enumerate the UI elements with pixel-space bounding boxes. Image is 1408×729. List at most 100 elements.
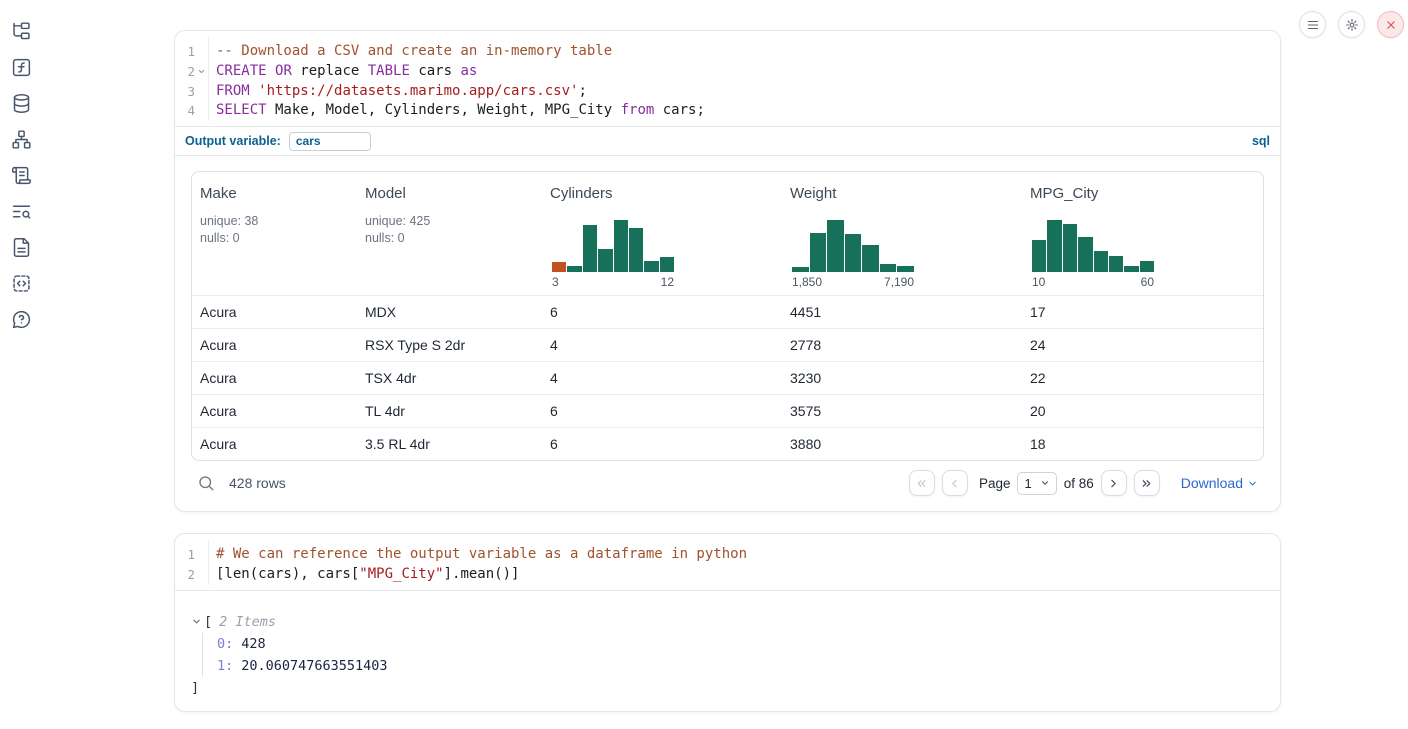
first-page-button[interactable] <box>909 470 935 496</box>
dependency-graph-icon[interactable] <box>11 129 32 150</box>
histogram-bar <box>792 267 809 272</box>
histogram-bar <box>1047 220 1061 272</box>
fold-chevron-icon[interactable] <box>195 67 208 76</box>
language-badge: sql <box>1252 134 1270 148</box>
histogram-bar <box>552 262 566 272</box>
histogram-bar <box>827 220 844 272</box>
logs-icon[interactable] <box>11 165 32 186</box>
table-cell: MDX <box>357 304 542 320</box>
table-search-icon[interactable] <box>197 474 215 492</box>
column-header-mpg_city[interactable]: MPG_City 10 60 <box>1022 172 1263 295</box>
last-page-button[interactable] <box>1134 470 1160 496</box>
histogram-bar <box>897 266 914 272</box>
histogram-bar <box>1063 224 1077 272</box>
table-cell: TL 4dr <box>357 403 542 419</box>
histogram-bar <box>583 225 597 272</box>
documentation-icon[interactable] <box>11 237 32 258</box>
weight-histogram: 1,8507,190 <box>792 218 914 289</box>
notebook-menu-button[interactable] <box>1299 11 1326 38</box>
code-line: 2[len(cars), cars["MPG_City"].mean()] <box>175 565 1280 585</box>
table-row[interactable]: AcuraMDX6445117 <box>192 295 1263 328</box>
table-cell: 4451 <box>782 304 1022 320</box>
output-variable-input[interactable] <box>289 132 371 151</box>
histogram-max-label: 60 <box>1141 275 1154 289</box>
table-row[interactable]: AcuraTL 4dr6357520 <box>192 394 1263 427</box>
line-number: 1 <box>175 42 195 62</box>
download-button[interactable]: Download <box>1181 475 1258 491</box>
tree-item: 1:20.060747663551403 <box>217 655 1264 677</box>
column-header-weight[interactable]: Weight 1,8507,190 <box>782 172 1022 295</box>
table-row[interactable]: AcuraTSX 4dr4323022 <box>192 361 1263 394</box>
next-page-button[interactable] <box>1101 470 1127 496</box>
page-total-label: of 86 <box>1064 476 1094 491</box>
tree-item-key: 0: <box>217 636 233 652</box>
variables-icon[interactable] <box>11 57 32 78</box>
chevron-down-icon <box>1040 478 1050 488</box>
tree-close-bracket: ] <box>191 677 1264 699</box>
file-explorer-icon[interactable] <box>11 21 32 42</box>
histogram-axis: 10 60 <box>1032 275 1154 289</box>
table-cell: 6 <box>542 403 782 419</box>
column-title: Weight <box>790 185 836 202</box>
column-header-make[interactable]: Makeunique: 38nulls: 0 <box>192 172 357 295</box>
histogram-bars <box>1032 218 1154 272</box>
code-text: [len(cars), cars["MPG_City"].mean()] <box>208 565 519 585</box>
histogram-bar <box>1032 240 1046 272</box>
line-number: 4 <box>175 101 195 121</box>
output-variable-label: Output variable: <box>185 134 281 148</box>
tree-item: 0:428 <box>217 633 1264 655</box>
code-text: SELECT Make, Model, Cylinders, Weight, M… <box>208 101 705 121</box>
datasources-icon[interactable] <box>11 93 32 114</box>
histogram-min-label: 10 <box>1032 275 1045 289</box>
table-row[interactable]: Acura3.5 RL 4dr6388018 <box>192 427 1263 460</box>
table-cell: 22 <box>1022 370 1263 386</box>
help-icon[interactable] <box>11 309 32 330</box>
histogram-bar <box>614 220 628 272</box>
column-title: Cylinders <box>550 185 613 202</box>
snippets-icon[interactable] <box>11 273 32 294</box>
histogram-bar <box>629 228 643 272</box>
line-number: 3 <box>175 82 195 102</box>
page-select[interactable]: 1 <box>1017 472 1056 495</box>
settings-button[interactable] <box>1338 11 1365 38</box>
table-row[interactable]: AcuraRSX Type S 2dr4277824 <box>192 328 1263 361</box>
column-title: MPG_City <box>1030 185 1098 202</box>
table-cell: 3880 <box>782 436 1022 452</box>
table-cell: RSX Type S 2dr <box>357 337 542 353</box>
histogram-axis: 312 <box>552 275 674 289</box>
histogram-bar <box>567 266 581 272</box>
histogram-bar <box>1140 261 1154 272</box>
code-line: 1# We can reference the output variable … <box>175 545 1280 565</box>
gutter-divider <box>208 540 209 585</box>
histogram-bar <box>644 261 658 272</box>
sql-code-editor[interactable]: 1-- Download a CSV and create an in-memo… <box>175 31 1280 126</box>
gutter-divider <box>208 37 209 121</box>
table-cell: 6 <box>542 304 782 320</box>
table-cell: 3.5 RL 4dr <box>357 436 542 452</box>
histogram-bar <box>862 245 879 272</box>
code-text: FROM 'https://datasets.marimo.app/cars.c… <box>208 82 587 102</box>
histogram-min-label: 1,850 <box>792 275 822 289</box>
python-code-editor[interactable]: 1# We can reference the output variable … <box>175 534 1280 591</box>
chevron-down-icon <box>1247 478 1258 489</box>
code-line: 1-- Download a CSV and create an in-memo… <box>175 42 1280 62</box>
table-cell: 18 <box>1022 436 1263 452</box>
prev-page-button[interactable] <box>942 470 968 496</box>
topbar-actions <box>1299 11 1404 38</box>
search-icon[interactable] <box>11 201 32 222</box>
tree-children: 0:4281:20.060747663551403 <box>202 633 1264 677</box>
table-cell: Acura <box>192 337 357 353</box>
line-number: 1 <box>175 545 195 565</box>
histogram-bar <box>660 257 674 272</box>
shutdown-button[interactable] <box>1377 11 1404 38</box>
column-header-cylinders[interactable]: Cylinders 312 <box>542 172 782 295</box>
histogram-bar <box>1109 256 1123 272</box>
table-body: AcuraMDX6445117AcuraRSX Type S 2dr427782… <box>192 295 1263 460</box>
tree-item-key: 1: <box>217 658 233 674</box>
tree-collapse-icon[interactable] <box>191 616 204 627</box>
histogram-bar <box>1094 251 1108 272</box>
column-title: Make <box>200 185 237 202</box>
column-header-model[interactable]: Modelunique: 425nulls: 0 <box>357 172 542 295</box>
left-sidebar <box>0 0 42 330</box>
table-cell: 20 <box>1022 403 1263 419</box>
